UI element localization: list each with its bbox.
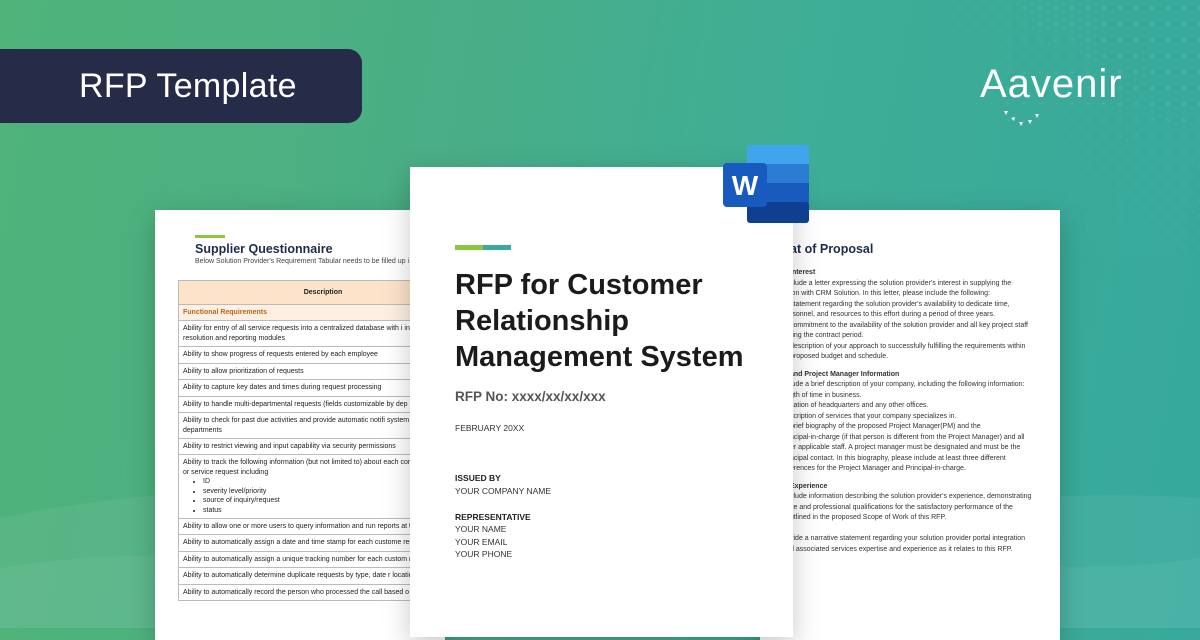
table-row: Ability to automatically determine dupli… [178,567,445,585]
table-row: Ability to track the following informati… [178,454,445,519]
issued-by-label: ISSUED BY [455,473,501,483]
table-section-row: Functional Requirements [178,303,445,322]
table-cell: Ability to automatically assign a unique… [178,550,445,569]
table-row: Ability to check for past due activities… [178,412,445,439]
table-row: Ability to show progress of requests ent… [178,346,445,364]
cover-title: RFP for Customer Relationship Management… [455,269,744,373]
bullet-item: status [203,506,445,515]
representative-label: REPRESENTATIVE [455,512,531,522]
body-line: vide a narrative statement regarding you… [790,535,1026,542]
body-line: scription of services that your company … [790,412,957,420]
table-cell: Ability to restrict viewing and input ca… [178,437,445,456]
body-line: er applicable staff. A project manager m… [790,444,1021,451]
body-line: ce and professional qualifications for t… [790,503,1013,511]
proposal-format-page: at of Proposal Interest clude a letter e… [760,210,1060,640]
section-heading: Interest [790,269,816,276]
table-cell: Ability to handle multi-departmental req… [178,395,445,414]
table-row: Ability to automatically assign a unique… [178,550,445,569]
rfp-cover-page: RFP for Customer Relationship Management… [410,167,793,637]
body-line: description of your approach to successf… [790,342,1026,350]
body-line: erences for the Project Manager and Prin… [790,465,966,472]
body-line: ncipal contact. In this biography, pleas… [790,454,1006,462]
body-line: commitment to the availability of the so… [790,321,1028,329]
microsoft-word-icon: W [723,145,809,223]
body-line: cation of headquarters and any other off… [790,402,929,409]
rep-phone: YOUR PHONE [455,549,513,559]
body-line: proposed budget and schedule. [790,353,889,360]
section-heading: Experience [790,482,828,490]
body-line: statement regarding the solution provide… [790,300,1010,308]
row-text: Ability to track the following informati… [183,459,445,476]
brand-logo: Aavenir [980,62,1140,132]
table-row: Ability to allow one or more users to qu… [178,517,445,536]
logo-ring-icon [1004,111,1039,126]
table-row: Ability to capture key dates and times d… [178,379,445,397]
supplier-questionnaire-page: Supplier Questionnaire Below Solution Pr… [155,210,445,640]
table-cell: Ability to allow prioritization of reque… [178,362,445,381]
table-cell: Ability to automatically record the pers… [178,583,445,602]
proposal-body: Interest clude a letter expressing the s… [790,268,1032,555]
proposal-title: at of Proposal [790,242,874,256]
body-line: clude information describing the solutio… [790,493,1032,500]
table-cell: Ability to check for past due activities… [178,412,445,439]
bullet-item: ID [203,477,445,486]
rep-email: YOUR EMAIL [455,537,508,547]
body-line: utlined in the proposed Scope of Work of… [790,514,947,521]
body-line: ring the contract period. [790,332,864,339]
issue-date: FEBRUARY 20XX [455,423,525,433]
table-row: Ability to allow prioritization of reque… [178,362,445,381]
body-line: lude a brief description of your company… [790,381,1025,388]
bullet-list: ID severity level/priority source of inq… [183,477,445,515]
svg-text:W: W [732,170,759,201]
body-line: clude a letter expressing the solution p… [790,279,1012,287]
body-line: brief biography of the proposed Project … [790,423,981,430]
accent-bar [195,235,225,238]
table-cell: Ability to allow one or more users to qu… [178,517,445,536]
table-cell: Ability to capture key dates and times d… [178,379,445,397]
rep-name: YOUR NAME [455,524,507,534]
requirements-table: Description Functional Requirements Abil… [178,280,445,602]
bullet-item: source of inquiry/request [203,496,445,505]
table-header: Description [178,280,445,305]
table-cell: Ability to show progress of requests ent… [178,346,445,364]
table-cell: Ability to automatically determine dupli… [178,567,445,585]
body-line: rsonnel, and resources to this effort du… [790,311,995,318]
table-header-row: Description [178,280,445,305]
logo-text: Aavenir [980,62,1123,106]
table-cell: Ability to track the following informati… [178,454,445,519]
body-line: ion with CRM Solution. In this letter, p… [790,290,990,297]
table-section-label: Functional Requirements [178,303,445,322]
questionnaire-title: Supplier Questionnaire [195,242,333,256]
table-row: Ability to handle multi-departmental req… [178,395,445,414]
table-row: Ability for entry of all service request… [178,320,445,348]
body-line: ncipal-in-charge (if that person is diff… [790,433,1025,441]
section-heading: and Project Manager Information [790,370,900,378]
table-cell: Ability for entry of all service request… [178,320,445,348]
company-name: YOUR COMPANY NAME [455,486,552,496]
table-row: Ability to automatically record the pers… [178,583,445,602]
table-row: Ability to automatically assign a date a… [178,534,445,552]
accent-bar [455,245,511,250]
questionnaire-subtitle: Below Solution Provider's Requirement Ta… [195,258,410,265]
body-line: d associated services expertise and expe… [790,545,1013,553]
rfp-number: RFP No: xxxx/xx/xx/xxx [455,389,606,404]
bullet-item: severity level/priority [203,487,445,496]
body-spacer [790,524,1032,535]
banner-title: RFP Template [79,66,297,105]
body-line: gth of time in business. [790,391,862,399]
table-cell: Ability to automatically assign a date a… [178,534,445,552]
table-row: Ability to restrict viewing and input ca… [178,437,445,456]
template-banner: RFP Template [0,49,362,123]
